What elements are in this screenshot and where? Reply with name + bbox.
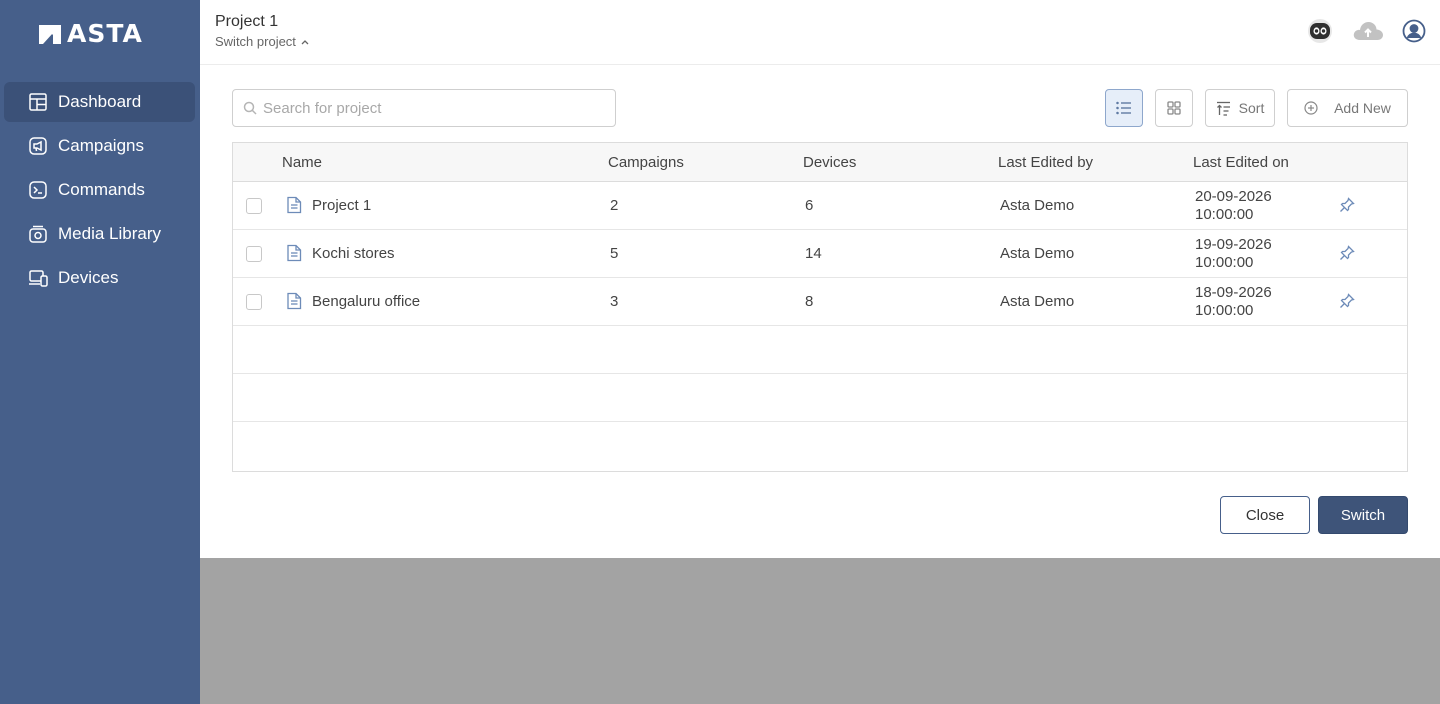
sidebar: ASTA Dashboard Campaigns Commands Media …	[0, 0, 200, 704]
chevron-up-icon	[301, 39, 309, 44]
plus-circle-icon	[1304, 101, 1318, 115]
asta-logo-icon	[39, 24, 61, 44]
edited-date: 20-09-2026	[1195, 188, 1272, 205]
row-checkbox[interactable]	[246, 246, 262, 262]
empty-table-row	[233, 374, 1407, 422]
dashboard-icon	[28, 92, 48, 112]
project-name: Bengaluru office	[312, 293, 421, 310]
sidebar-item-label: Commands	[58, 180, 145, 199]
empty-table-row	[233, 422, 1407, 470]
top-header: Project 1 Switch project	[200, 0, 1440, 65]
last-edited-by: Asta Demo	[1000, 293, 1075, 310]
modal-backdrop[interactable]	[200, 558, 1440, 704]
add-new-button[interactable]: Add New	[1287, 89, 1408, 127]
campaigns-count: 2	[610, 197, 619, 214]
cloud-upload-icon[interactable]	[1352, 19, 1384, 48]
table-row[interactable]: Kochi stores 5 14 Asta Demo 19-09-2026 10…	[233, 230, 1407, 278]
table-row[interactable]: Project 1 2 6 Asta Demo 20-09-2026 10:00:…	[233, 182, 1407, 230]
empty-table-row	[233, 326, 1407, 374]
switch-project-label: Switch project	[215, 34, 296, 49]
row-checkbox[interactable]	[246, 294, 262, 310]
campaigns-count: 5	[610, 245, 619, 262]
megaphone-icon	[28, 136, 48, 156]
search-input[interactable]	[263, 99, 603, 117]
media-library-icon	[28, 224, 48, 244]
document-icon	[287, 244, 302, 262]
edited-time: 10:00:00	[1195, 254, 1254, 271]
sidebar-item-devices[interactable]: Devices	[4, 258, 195, 298]
column-header-name[interactable]: Name	[282, 154, 322, 171]
column-header-campaigns[interactable]: Campaigns	[608, 154, 684, 171]
edited-date: 19-09-2026	[1195, 236, 1272, 253]
sort-button[interactable]: Sort	[1205, 89, 1275, 127]
document-icon	[287, 292, 302, 310]
grid-icon	[1167, 101, 1181, 115]
list-view-button[interactable]	[1105, 89, 1143, 127]
edited-time: 10:00:00	[1195, 302, 1254, 319]
projects-table: Name Campaigns Devices Last Edited by La…	[232, 142, 1408, 472]
last-edited-by: Asta Demo	[1000, 197, 1075, 214]
last-edited-by: Asta Demo	[1000, 245, 1075, 262]
brand-logo[interactable]: ASTA	[37, 19, 143, 48]
terminal-icon	[28, 180, 48, 200]
sidebar-item-dashboard[interactable]: Dashboard	[4, 82, 195, 122]
sidebar-item-label: Dashboard	[58, 92, 142, 111]
pin-icon[interactable]	[1339, 245, 1355, 261]
table-header: Name Campaigns Devices Last Edited by La…	[233, 143, 1407, 182]
last-edited-on: 19-09-2026 10:00:00	[1195, 236, 1272, 272]
search-box	[232, 89, 616, 127]
project-switcher-panel: Sort Add New Name Campaigns Devices Last…	[200, 65, 1440, 558]
assistant-bot-icon[interactable]	[1306, 18, 1334, 49]
table-row[interactable]: Bengaluru office 3 8 Asta Demo 18-09-202…	[233, 278, 1407, 326]
pin-icon[interactable]	[1339, 197, 1355, 213]
current-project-title: Project 1	[215, 13, 279, 30]
sidebar-item-label: Campaigns	[58, 136, 144, 155]
edited-time: 10:00:00	[1195, 206, 1254, 223]
close-button[interactable]: Close	[1220, 496, 1310, 534]
document-icon	[287, 196, 302, 214]
header-actions	[1306, 18, 1426, 49]
row-checkbox[interactable]	[246, 198, 262, 214]
sort-label: Sort	[1238, 100, 1265, 116]
campaigns-count: 3	[610, 293, 619, 310]
sidebar-item-label: Media Library	[58, 224, 161, 243]
pin-icon[interactable]	[1339, 293, 1355, 309]
last-edited-on: 18-09-2026 10:00:00	[1195, 284, 1272, 320]
grid-view-button[interactable]	[1155, 89, 1193, 127]
switch-project-toggle[interactable]: Switch project	[215, 34, 310, 49]
sidebar-item-media-library[interactable]: Media Library	[4, 214, 195, 254]
search-icon	[243, 101, 257, 115]
list-icon	[1116, 101, 1131, 115]
brand-name: ASTA	[67, 19, 143, 48]
devices-count: 14	[805, 245, 822, 262]
add-new-label: Add New	[1334, 100, 1391, 116]
sidebar-item-campaigns[interactable]: Campaigns	[4, 126, 195, 166]
column-header-last-edited-by[interactable]: Last Edited by	[998, 154, 1093, 171]
sidebar-item-label: Devices	[58, 268, 119, 287]
last-edited-on: 20-09-2026 10:00:00	[1195, 188, 1272, 224]
user-avatar-icon[interactable]	[1402, 19, 1426, 48]
switch-button[interactable]: Switch	[1318, 496, 1408, 534]
sort-icon	[1216, 101, 1230, 116]
sidebar-nav: Dashboard Campaigns Commands Media Libra…	[4, 82, 195, 302]
column-header-devices[interactable]: Devices	[803, 154, 856, 171]
devices-count: 6	[805, 197, 814, 214]
devices-count: 8	[805, 293, 814, 310]
project-name: Kochi stores	[312, 245, 395, 262]
edited-date: 18-09-2026	[1195, 284, 1272, 301]
sidebar-item-commands[interactable]: Commands	[4, 170, 195, 210]
project-name: Project 1	[312, 197, 372, 214]
devices-icon	[28, 268, 48, 288]
column-header-last-edited-on[interactable]: Last Edited on	[1193, 154, 1289, 171]
